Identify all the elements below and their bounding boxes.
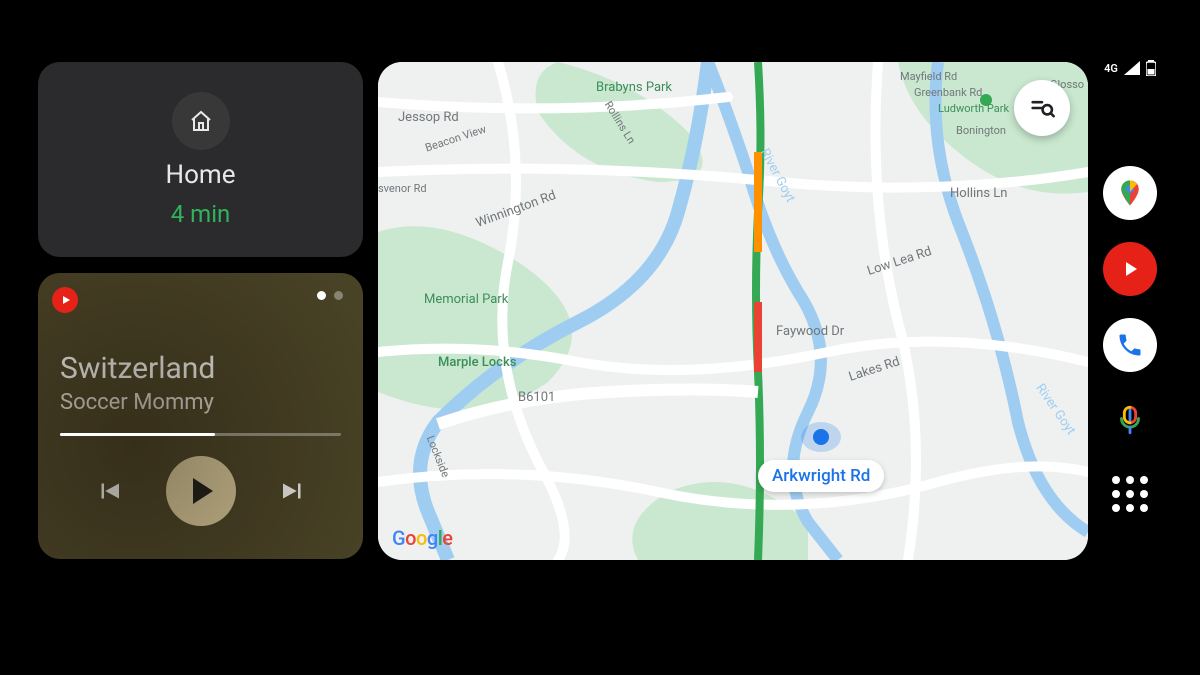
media-card[interactable]: Switzerland Soccer Mommy [38,273,363,559]
track-artist: Soccer Mommy [60,390,341,415]
status-bar: 4G [1104,60,1156,76]
next-track-button[interactable] [276,474,310,508]
current-location-label: Arkwright Rd [758,460,884,492]
signal-icon [1124,61,1140,75]
rail-phone-button[interactable] [1103,318,1157,372]
battery-icon [1146,60,1156,76]
current-location-marker: Arkwright Rd [758,422,884,492]
map-attribution: Google [392,526,453,550]
rail-maps-button[interactable] [1103,166,1157,220]
map-search-button[interactable] [1014,80,1070,136]
media-progress-fill [60,433,215,436]
destination-card[interactable]: Home 4 min [38,62,363,257]
destination-eta: 4 min [171,200,231,228]
map[interactable]: Brabyns Park Memorial Park Marple Locks … [378,62,1088,560]
rail-ytmusic-button[interactable] [1103,242,1157,296]
media-progress[interactable] [60,433,341,436]
ytmusic-icon [52,287,78,313]
map-canvas [378,62,1088,560]
network-badge: 4G [1104,62,1118,75]
rail-apps-button[interactable] [1112,476,1148,512]
media-page-indicator [317,291,343,300]
home-icon [172,92,230,150]
system-bar: 4G [1090,60,1170,560]
rail-assistant-button[interactable] [1110,400,1150,440]
track-title: Switzerland [60,351,341,386]
destination-name: Home [166,160,236,190]
previous-track-button[interactable] [92,474,126,508]
play-button[interactable] [166,456,236,526]
